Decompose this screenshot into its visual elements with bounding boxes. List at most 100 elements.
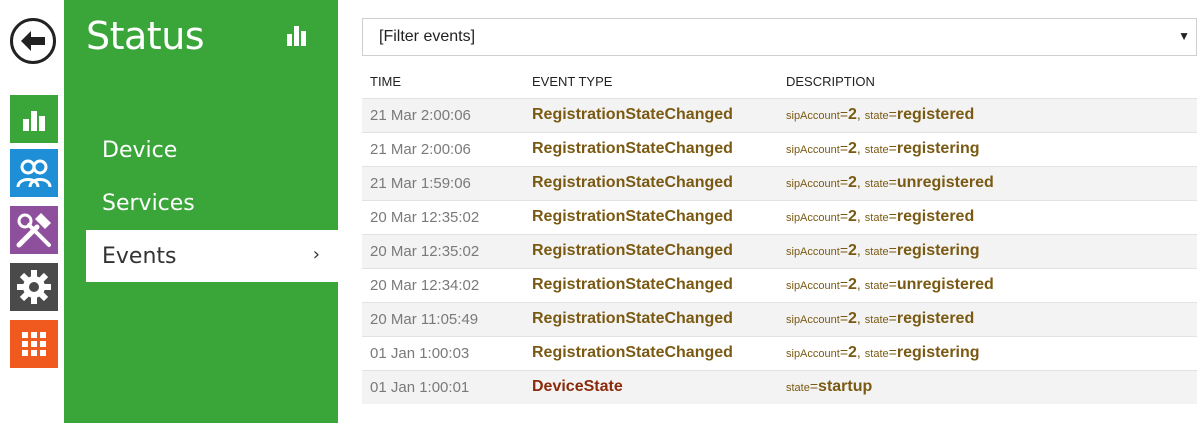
table-row[interactable]: 01 Jan 1:00:03 RegistrationStateChanged si… bbox=[362, 335, 1197, 370]
event-description: sipAccount=2, state=unregistered bbox=[778, 165, 1197, 200]
param-key: state bbox=[786, 382, 810, 395]
param-key: sipAccount bbox=[786, 314, 840, 326]
param-separator: , bbox=[856, 140, 861, 156]
param-key: state bbox=[864, 314, 889, 326]
param-value: unregistered bbox=[896, 174, 994, 191]
event-description: state=startup bbox=[778, 369, 1197, 404]
param-value: 2 bbox=[848, 174, 857, 191]
event-description: sipAccount=2, state=registered bbox=[778, 97, 1197, 132]
table-row[interactable]: 20 Mar 12:35:02 RegistrationStateChanged s… bbox=[362, 199, 1197, 234]
icon-rail bbox=[0, 0, 64, 423]
event-description: sipAccount=2, state=registered bbox=[778, 199, 1197, 234]
event-time: 20 Mar 12:34:02 bbox=[362, 267, 524, 302]
param-value: unregistered bbox=[896, 276, 994, 293]
event-type: DeviceState bbox=[524, 369, 778, 404]
param-equals: = bbox=[888, 310, 897, 326]
event-time: 20 Mar 11:05:49 bbox=[362, 301, 524, 336]
event-type: RegistrationStateChanged bbox=[524, 267, 778, 302]
back-arrow-icon bbox=[21, 31, 45, 51]
param-key: sipAccount bbox=[786, 110, 840, 122]
param-equals: = bbox=[888, 140, 897, 156]
param-key: state bbox=[864, 348, 889, 360]
param-equals: = bbox=[839, 276, 848, 292]
param-value: 2 bbox=[848, 140, 857, 157]
table-row[interactable]: 20 Mar 11:05:49 RegistrationStateChanged s… bbox=[362, 301, 1197, 336]
table-row[interactable]: 21 Mar 2:00:06 RegistrationStateChanged si… bbox=[362, 97, 1197, 132]
column-header-description[interactable]: DESCRIPTION bbox=[778, 66, 1197, 98]
param-key: state bbox=[864, 246, 889, 258]
caret-down-icon: ▼ bbox=[1178, 29, 1190, 43]
event-description: sipAccount=2, state=registering bbox=[778, 335, 1197, 370]
chevron-right-icon: › bbox=[312, 244, 320, 265]
event-time: 21 Mar 1:59:06 bbox=[362, 165, 524, 200]
event-type: RegistrationStateChanged bbox=[524, 131, 778, 166]
param-equals: = bbox=[888, 208, 897, 224]
filter-value: [Filter events] bbox=[379, 28, 476, 45]
param-key: sipAccount bbox=[786, 246, 840, 258]
param-value: registering bbox=[896, 242, 980, 259]
users-tile[interactable] bbox=[10, 149, 58, 197]
param-key: state bbox=[864, 212, 889, 224]
param-key: sipAccount bbox=[786, 144, 840, 156]
param-equals: = bbox=[839, 140, 848, 156]
param-equals: = bbox=[888, 242, 897, 258]
event-time: 20 Mar 12:35:02 bbox=[362, 233, 524, 268]
param-key: state bbox=[864, 280, 889, 292]
param-equals: = bbox=[839, 344, 848, 360]
menu-item-device[interactable]: Device bbox=[86, 124, 338, 176]
filter-events-select[interactable]: [Filter events] ▼ bbox=[362, 18, 1197, 56]
menu-item-events[interactable]: Events › bbox=[86, 230, 338, 282]
param-equals: = bbox=[809, 378, 819, 395]
tools-icon bbox=[16, 213, 51, 248]
status-side-menu: Status Device Services Events › bbox=[64, 0, 338, 423]
settings-tile[interactable] bbox=[10, 263, 58, 311]
param-equals: = bbox=[839, 310, 848, 326]
event-time: 21 Mar 2:00:06 bbox=[362, 131, 524, 166]
param-separator: , bbox=[856, 344, 861, 360]
param-value: 2 bbox=[848, 106, 857, 123]
param-equals: = bbox=[839, 106, 848, 122]
event-description: sipAccount=2, state=registering bbox=[778, 131, 1197, 166]
events-panel: [Filter events] ▼ TIME EVENT TYPE DESCRI… bbox=[362, 18, 1197, 404]
param-value: 2 bbox=[848, 310, 857, 327]
table-row[interactable]: 20 Mar 12:34:02 RegistrationStateChanged s… bbox=[362, 267, 1197, 302]
param-key: state bbox=[864, 110, 889, 122]
event-time: 20 Mar 12:35:02 bbox=[362, 199, 524, 234]
param-equals: = bbox=[888, 174, 897, 190]
param-key: state bbox=[864, 178, 889, 190]
param-key: sipAccount bbox=[786, 178, 840, 190]
event-type: RegistrationStateChanged bbox=[524, 233, 778, 268]
param-equals: = bbox=[839, 208, 848, 224]
page-title: Status bbox=[86, 14, 205, 58]
event-time: 21 Mar 2:00:06 bbox=[362, 97, 524, 132]
param-value: 2 bbox=[848, 276, 857, 293]
bar-chart-icon bbox=[23, 111, 45, 131]
param-equals: = bbox=[839, 174, 848, 190]
tools-tile[interactable] bbox=[10, 206, 58, 254]
menu-item-label: Services bbox=[102, 190, 195, 216]
users-icon bbox=[16, 159, 52, 188]
table-row[interactable]: 21 Mar 1:59:06 RegistrationStateChanged si… bbox=[362, 165, 1197, 200]
apps-tile[interactable] bbox=[10, 320, 58, 368]
param-key: state bbox=[864, 144, 889, 156]
menu-item-label: Events bbox=[102, 243, 177, 269]
param-value: startup bbox=[818, 378, 873, 396]
menu-item-label: Device bbox=[102, 137, 178, 163]
param-equals: = bbox=[888, 276, 897, 292]
table-header-row: TIME EVENT TYPE DESCRIPTION bbox=[362, 66, 1197, 98]
back-button[interactable] bbox=[10, 18, 56, 64]
apps-grid-icon bbox=[22, 332, 46, 356]
event-description: sipAccount=2, state=registering bbox=[778, 233, 1197, 268]
event-type: RegistrationStateChanged bbox=[524, 97, 778, 132]
param-value: 2 bbox=[848, 344, 857, 361]
table-row[interactable]: 01 Jan 1:00:01 DeviceState state=startup bbox=[362, 369, 1197, 404]
menu-item-services[interactable]: Services bbox=[86, 177, 338, 229]
table-row[interactable]: 21 Mar 2:00:06 RegistrationStateChanged si… bbox=[362, 131, 1197, 166]
param-separator: , bbox=[856, 242, 861, 258]
column-header-event-type[interactable]: EVENT TYPE bbox=[524, 66, 778, 98]
column-header-time[interactable]: TIME bbox=[362, 66, 524, 98]
status-tile[interactable] bbox=[10, 95, 58, 143]
event-time: 01 Jan 1:00:03 bbox=[362, 335, 524, 370]
table-row[interactable]: 20 Mar 12:35:02 RegistrationStateChanged s… bbox=[362, 233, 1197, 268]
param-value: registered bbox=[896, 208, 975, 225]
